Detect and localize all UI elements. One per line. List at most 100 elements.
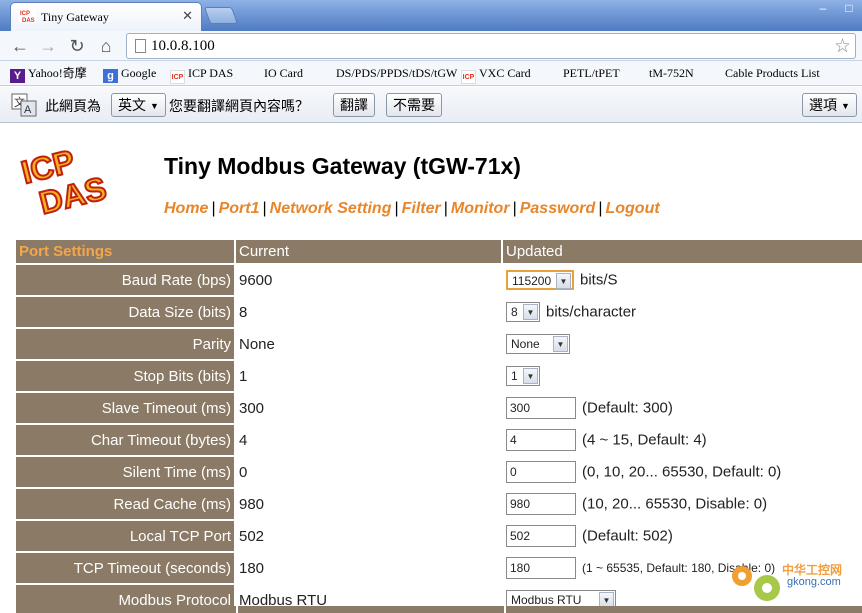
translate-button[interactable]: 翻譯 bbox=[333, 93, 375, 117]
table-row-slave-timeout: Slave Timeout (ms) 300 300 (Default: 300) bbox=[16, 393, 862, 423]
local-tcp-port-input[interactable]: 502 bbox=[506, 525, 576, 547]
row-label: Stop Bits (bits) bbox=[16, 361, 234, 391]
window-controls: – □ bbox=[810, 0, 862, 18]
icpdas-logo: ICP DAS bbox=[17, 142, 111, 218]
bookmark-tm752n[interactable]: tM-752N bbox=[649, 65, 694, 82]
minimize-icon[interactable]: – bbox=[810, 0, 836, 18]
row-label: Local TCP Port bbox=[16, 521, 234, 551]
translate-prompt: 此網頁為 bbox=[45, 98, 101, 114]
address-bar[interactable]: ☆ bbox=[126, 33, 856, 59]
maximize-icon[interactable]: □ bbox=[836, 0, 862, 18]
current-value: 300 bbox=[236, 393, 501, 423]
slave-timeout-input[interactable]: 300 bbox=[506, 397, 576, 419]
translate-bar: 文 A 此網頁為 英文 ▼ 您要翻譯網頁內容嗎？ 翻譯 不需要 選項 ▼ bbox=[0, 87, 862, 123]
tab-title: Tiny Gateway bbox=[41, 10, 109, 24]
row-label: Silent Time (ms) bbox=[16, 457, 234, 487]
menu-home[interactable]: Home bbox=[164, 200, 208, 217]
page-title: Tiny Modbus Gateway (tGW-71x) bbox=[164, 153, 521, 179]
menu-port1[interactable]: Port1 bbox=[219, 200, 260, 217]
language-dropdown[interactable]: 英文 ▼ bbox=[111, 93, 166, 117]
current-value: 502 bbox=[236, 521, 501, 551]
table-row-silent-time: Silent Time (ms) 0 0 (0, 10, 20... 65530,… bbox=[16, 457, 862, 487]
current-value: 8 bbox=[236, 297, 501, 327]
icpdas-favicon-icon: ICP DAS bbox=[19, 9, 36, 23]
current-value: 180 bbox=[236, 553, 501, 583]
reload-icon[interactable]: ↻ bbox=[66, 35, 88, 57]
parity-select[interactable]: None ▼ bbox=[506, 334, 570, 354]
page-icon bbox=[135, 39, 146, 53]
row-label: Slave Timeout (ms) bbox=[16, 393, 234, 423]
row-label: TCP Timeout (seconds) bbox=[16, 553, 234, 583]
table-header-row: Port Settings Current Updated bbox=[16, 240, 862, 263]
table-row-char-timeout: Char Timeout (bytes) 4 4 (4 ~ 15, Default… bbox=[16, 425, 862, 455]
row-label: Parity bbox=[16, 329, 234, 359]
bookmark-icpdas[interactable]: ICP ICP DAS bbox=[170, 65, 233, 84]
menu-password[interactable]: Password bbox=[520, 200, 596, 217]
field-hint: (10, 20... 65530, Disable: 0) bbox=[582, 495, 768, 513]
bookmark-yahoo[interactable]: Y Yahoo!奇摩 bbox=[10, 65, 87, 83]
field-hint: (0, 10, 20... 65530, Default: 0) bbox=[582, 463, 782, 481]
options-dropdown[interactable]: 選項 ▼ bbox=[802, 93, 857, 117]
chevron-down-icon: ▼ bbox=[553, 336, 568, 352]
table-row-read-cache: Read Cache (ms) 980 980 (10, 20... 65530,… bbox=[16, 489, 862, 519]
menu-logout[interactable]: Logout bbox=[605, 200, 659, 217]
stop-bits-select[interactable]: 1 ▼ bbox=[506, 366, 540, 386]
data-size-select[interactable]: 8 ▼ bbox=[506, 302, 540, 322]
baud-rate-select[interactable]: 115200 ▼ bbox=[506, 270, 574, 290]
bookmark-vxc-card[interactable]: ICP VXC Card bbox=[461, 65, 531, 84]
chevron-down-icon: ▼ bbox=[523, 304, 538, 320]
watermark-sub: gkong.com bbox=[787, 576, 841, 588]
column-header-settings: Port Settings bbox=[16, 240, 234, 263]
dismiss-button[interactable]: 不需要 bbox=[386, 93, 442, 117]
translate-icon: 文 A bbox=[11, 93, 37, 117]
row-label: Char Timeout (bytes) bbox=[16, 425, 234, 455]
table-row-local-tcp-port: Local TCP Port 502 502 (Default: 502) bbox=[16, 521, 862, 551]
menu-filter[interactable]: Filter bbox=[402, 200, 441, 217]
field-hint: bits/character bbox=[546, 303, 637, 321]
row-label: Baud Rate (bps) bbox=[16, 265, 234, 295]
port-settings-table: Port Settings Current Updated Baud Rate … bbox=[14, 238, 862, 613]
tcp-timeout-input[interactable]: 180 bbox=[506, 557, 576, 579]
column-header-updated: Updated bbox=[503, 240, 862, 263]
tab-strip: ICP DAS Tiny Gateway ✕ – □ bbox=[0, 0, 862, 31]
row-label: Read Cache (ms) bbox=[16, 489, 234, 519]
bookmark-petl[interactable]: PETL/tPET bbox=[563, 65, 620, 82]
yahoo-icon: Y bbox=[10, 69, 25, 83]
bookmarks-bar: Y Yahoo!奇摩 g Google ICP ICP DAS IO Card DS/… bbox=[0, 61, 862, 86]
column-header-current: Current bbox=[236, 240, 501, 263]
read-cache-input[interactable]: 980 bbox=[506, 493, 576, 515]
menu-network-setting[interactable]: Network Setting bbox=[270, 200, 392, 217]
table-row-data-size: Data Size (bits) 8 8 ▼ bits/character bbox=[16, 297, 862, 327]
field-hint: (Default: 502) bbox=[582, 527, 673, 545]
bookmark-google[interactable]: g Google bbox=[103, 65, 156, 83]
icpdas-icon: ICP bbox=[170, 70, 185, 84]
field-hint: bits/S bbox=[580, 271, 618, 289]
menu-monitor[interactable]: Monitor bbox=[451, 200, 510, 217]
silent-time-input[interactable]: 0 bbox=[506, 461, 576, 483]
char-timeout-input[interactable]: 4 bbox=[506, 429, 576, 451]
google-icon: g bbox=[103, 69, 118, 83]
table-row-parity: Parity None None ▼ bbox=[16, 329, 862, 359]
table-row-stop-bits: Stop Bits (bits) 1 1 ▼ bbox=[16, 361, 862, 391]
svg-text:A: A bbox=[24, 104, 32, 116]
forward-arrow-icon[interactable]: → bbox=[37, 35, 59, 57]
current-value: None bbox=[236, 329, 501, 359]
url-input[interactable] bbox=[151, 37, 821, 55]
bookmark-star-icon[interactable]: ☆ bbox=[834, 35, 851, 58]
field-hint: (4 ~ 15, Default: 4) bbox=[582, 431, 707, 449]
page-content: ICP DAS Tiny Modbus Gateway (tGW-71x) Ho… bbox=[0, 124, 862, 613]
bookmark-ds-pds[interactable]: DS/PDS/PPDS/tDS/tGW bbox=[336, 65, 457, 82]
translate-question: 您要翻譯網頁內容嗎？ bbox=[169, 98, 309, 114]
current-value: 0 bbox=[236, 457, 501, 487]
home-icon[interactable]: ⌂ bbox=[95, 35, 117, 57]
field-hint: (Default: 300) bbox=[582, 399, 673, 417]
tab-close-icon[interactable]: ✕ bbox=[182, 8, 193, 24]
icpdas-icon: ICP bbox=[461, 70, 476, 84]
row-label: Data Size (bits) bbox=[16, 297, 234, 327]
bookmark-cable-products[interactable]: Cable Products List bbox=[725, 65, 820, 82]
back-arrow-icon[interactable]: ← bbox=[9, 35, 31, 57]
browser-tab[interactable]: ICP DAS Tiny Gateway ✕ bbox=[10, 2, 202, 31]
new-tab-button[interactable] bbox=[203, 7, 239, 24]
svg-text:DAS: DAS bbox=[22, 18, 35, 23]
bookmark-io-card[interactable]: IO Card bbox=[264, 65, 303, 82]
